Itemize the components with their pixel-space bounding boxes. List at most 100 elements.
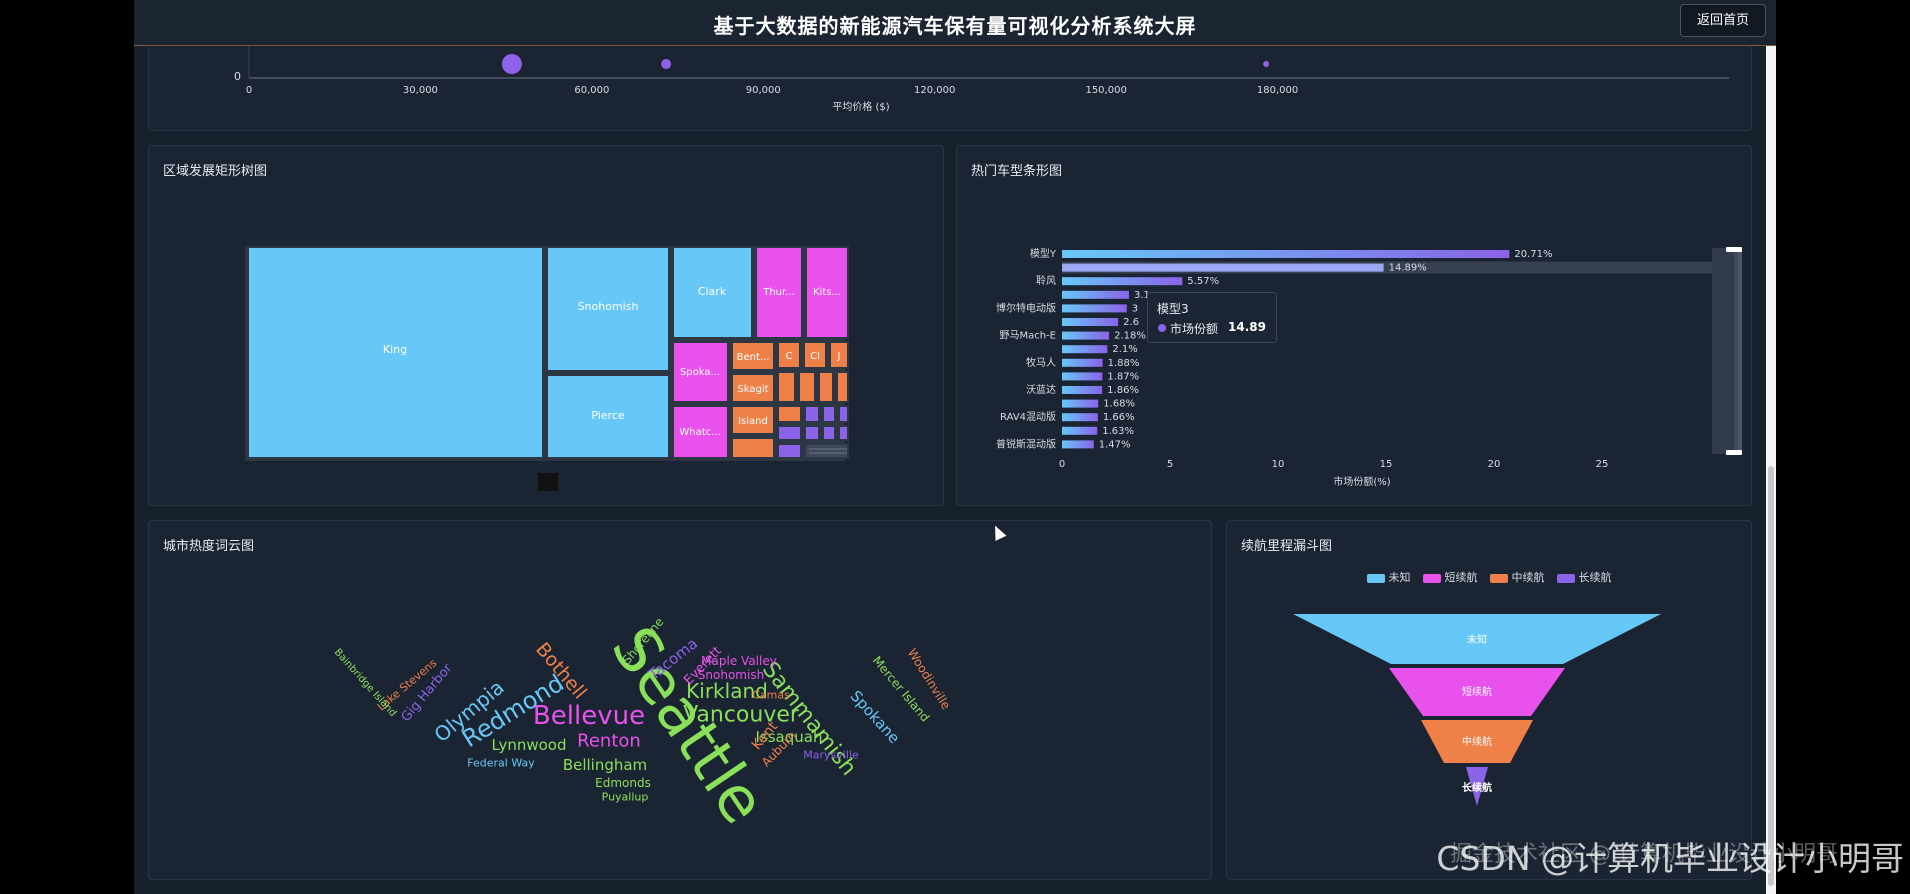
wordcloud-word[interactable]: Federal Way — [467, 757, 534, 770]
bar-category-label: 博尔特电动版 — [996, 301, 1056, 314]
zoom-handle-bottom[interactable] — [1726, 450, 1742, 455]
treemap-cell-small[interactable] — [822, 405, 836, 423]
wordcloud-word[interactable]: Edmonds — [595, 776, 651, 790]
bar-value-label: 5.57% — [1187, 276, 1219, 287]
bar-value-label: 1.63% — [1102, 426, 1134, 437]
funnel-label-long: 长续航 — [1462, 781, 1492, 794]
wordcloud-word[interactable]: Spokane — [847, 687, 904, 747]
bar[interactable] — [1062, 386, 1103, 394]
scatter-point[interactable] — [661, 59, 672, 69]
bar-value-label: 1.66% — [1103, 412, 1135, 423]
wordcloud-word[interactable]: Renton — [577, 731, 641, 752]
treemap-label-spokane: Spoka... — [680, 367, 720, 378]
treemap-cell-small[interactable] — [818, 371, 834, 403]
bar-x-axis-label: 市场份额(%) — [1333, 475, 1390, 488]
treemap-label-snohomish: Snohomish — [578, 300, 639, 313]
wordcloud-word[interactable]: Maple Valley — [701, 654, 777, 668]
treemap-cell-small[interactable] — [777, 371, 796, 403]
treemap-cell-small[interactable] — [777, 443, 802, 459]
tooltip-dot — [1158, 324, 1166, 332]
zoom-handle-top[interactable] — [1726, 247, 1742, 252]
treemap-cell-small[interactable] — [777, 405, 802, 423]
x-tick-label: 60,000 — [574, 85, 609, 96]
treemap-cell-small[interactable] — [836, 371, 849, 403]
bar[interactable] — [1062, 440, 1094, 449]
wordcloud-word[interactable]: Vancouver — [683, 703, 799, 728]
bar-category-label: 普锐斯混动版 — [996, 437, 1056, 450]
treemap-cell-small[interactable] — [804, 443, 849, 459]
bar-value-label: 1.47% — [1099, 439, 1131, 450]
back-home-button[interactable]: 返回首页 — [1680, 4, 1766, 37]
bar-category-label: 模型Y — [1030, 247, 1057, 260]
wordcloud-word[interactable]: Lynnwood — [491, 736, 566, 754]
bar[interactable] — [1062, 277, 1183, 286]
treemap-cell-small[interactable] — [804, 425, 820, 441]
scatter-points — [501, 54, 1270, 74]
bar-rows: 模型Y 20.71%14.89%聆风 5.57%3.1博尔特电动版 32.6野马Mac… — [996, 247, 1712, 450]
bar-category-label: 聆风 — [1036, 274, 1056, 287]
page-title: 基于大数据的新能源汽车保有量可视化分析系统大屏 — [713, 14, 1197, 38]
scrollbar-thumb[interactable] — [1768, 466, 1774, 886]
treemap-cell-small[interactable] — [731, 437, 775, 459]
bar[interactable] — [1062, 250, 1510, 258]
bar[interactable] — [1062, 263, 1384, 272]
wordcloud-word[interactable]: Puyallup — [602, 791, 649, 804]
wordcloud-word[interactable]: Bellevue — [533, 701, 645, 731]
bar-category-label: 沃蓝达 — [1026, 384, 1056, 396]
bar-x-tick-label: 20 — [1488, 459, 1501, 470]
treemap-label-kitsap: Kits... — [813, 287, 841, 298]
wordcloud-panel: 城市热度词云图 Seattle Bellevue Vancouver Kirkland… — [148, 520, 1212, 880]
bar[interactable] — [1062, 372, 1103, 381]
x-tick-label: 150,000 — [1085, 85, 1126, 96]
treemap-cell-small[interactable] — [798, 371, 816, 403]
treemap-label-c: C — [786, 351, 793, 362]
bar-x-tick-label: 15 — [1380, 459, 1393, 470]
wordcloud-word[interactable]: Camas — [752, 689, 790, 702]
bar[interactable] — [1062, 413, 1098, 422]
bar[interactable] — [1062, 318, 1119, 326]
funnel-label-unknown: 未知 — [1467, 633, 1487, 646]
treemap-label-whatcom: Whatc... — [679, 427, 720, 438]
treemap-label-king: King — [383, 343, 407, 356]
treemap-label-thurston: Thur... — [762, 287, 795, 298]
scatter-point[interactable] — [1263, 61, 1270, 67]
vertical-scrollbar[interactable] — [1766, 46, 1776, 894]
tooltip-title: 模型3 — [1157, 302, 1189, 316]
bar[interactable] — [1062, 358, 1103, 367]
treemap-cell-small[interactable] — [822, 425, 836, 441]
x-tick-label: 120,000 — [914, 85, 955, 96]
x-tick-label: 90,000 — [746, 85, 781, 96]
scatter-point[interactable] — [501, 54, 522, 74]
bar-category-label: 野马Mach-E — [999, 330, 1056, 342]
treemap-cell-small[interactable] — [804, 405, 820, 423]
bar[interactable] — [1062, 345, 1108, 354]
bar-value-label: 2.6 — [1123, 317, 1139, 328]
wordcloud-word[interactable]: Snohomish — [698, 668, 764, 682]
zoom-slider-window[interactable] — [1712, 248, 1738, 454]
treemap-cell-small[interactable] — [838, 425, 849, 441]
x-tick-label: 30,000 — [403, 85, 438, 96]
funnel-label-medium: 中续航 — [1462, 735, 1492, 748]
funnel-panel: 续航里程漏斗图 未知 短续航 中续航 长续航 未知 短续航 中续航 长续航 — [1226, 520, 1752, 880]
bar-x-tick-label: 0 — [1059, 459, 1065, 470]
bar-x-tick-label: 25 — [1596, 459, 1609, 470]
treemap-cell-small[interactable] — [777, 425, 802, 441]
wordcloud-word[interactable]: Bellingham — [563, 756, 647, 774]
bar-x-tick-label: 5 — [1167, 459, 1173, 470]
scatter-chart: 0 0 30,000 60,000 90,000 120,000 150,000 180,0… — [234, 41, 1729, 113]
wordcloud-word[interactable]: Marysville — [803, 749, 858, 762]
treemap-breadcrumb-box[interactable] — [538, 473, 558, 491]
wordcloud-word[interactable]: Bainbridge Island — [332, 647, 398, 719]
bar-panel: 热门车型条形图 模型Y 20.71% 14.89% 聆风 5.57% 3.1 博尔特电动版 3… — [956, 145, 1752, 506]
bar[interactable] — [1062, 426, 1098, 435]
bar-value-label: 2.1% — [1112, 344, 1137, 355]
bar[interactable] — [1062, 331, 1110, 340]
bar-value-label: 14.89% — [1389, 263, 1427, 274]
wordcloud: Seattle Bellevue Vancouver Kirkland Redmond S… — [149, 521, 1213, 881]
bar[interactable] — [1062, 399, 1099, 408]
bar[interactable] — [1062, 304, 1127, 313]
x-tick-labels: 0 30,000 60,000 90,000 120,000 150,000 180,000 — [246, 85, 1298, 96]
bar[interactable] — [1062, 290, 1129, 299]
bar-value-label: 1.88% — [1108, 358, 1140, 369]
treemap-cell-small[interactable] — [838, 405, 849, 423]
